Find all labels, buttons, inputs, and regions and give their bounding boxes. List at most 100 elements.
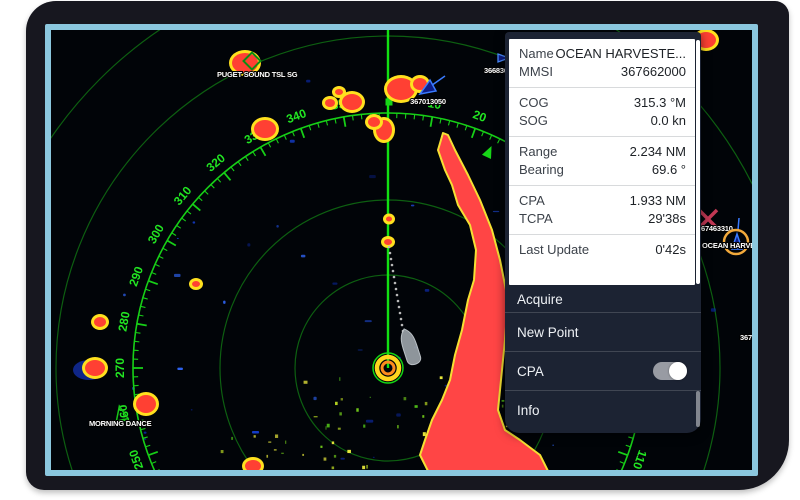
bearing-tick [171,232,177,236]
bearing-tick [456,122,459,128]
cpa-toggle[interactable] [653,362,687,380]
bearing-tick [317,122,320,128]
menu-item-acquire[interactable]: Acquire [505,286,701,312]
sea-clutter-dot [251,430,260,434]
radar-echo [254,120,276,138]
toggle-knob [669,362,687,380]
trail-dot [397,305,401,309]
trail-dot [387,245,391,249]
sea-clutter-dot [364,320,372,323]
trail-dot [391,269,395,273]
field-value: 69.6 ° [651,162,686,177]
sea-clutter-dot [403,397,407,401]
sea-clutter-dot [266,454,269,458]
sea-clutter-dot [363,424,366,428]
field-value: 0'42s [655,242,686,257]
target-label[interactable]: OCEAN HARVES [701,240,752,251]
sea-clutter-dot [372,456,375,458]
target-data-card: Name OCEAN HARVESTE... MMSI 367662000 COG 3… [509,39,695,285]
bearing-tick [422,115,425,121]
sea-clutter-dot [320,445,323,448]
menu-scrollbar[interactable] [696,391,700,427]
target-label[interactable]: PUGET SOUND TSL SG [216,69,299,80]
sea-clutter-dot [273,449,277,451]
sea-clutter-dot [223,300,226,304]
sea-clutter-dot [356,408,359,412]
radar-screen[interactable]: 1020304050607080901001101201301401501601… [51,30,752,470]
bearing-tick [186,210,192,215]
sea-clutter-dot [313,416,318,418]
bearing-tick [151,461,157,465]
bearing-label: 110 [630,448,650,470]
bearing-tick [439,118,442,124]
sea-clutter-dot [501,399,505,402]
bearing-tick [230,166,235,172]
sea-clutter-dot [335,401,338,406]
target-label[interactable]: MORNING DANCE [88,418,153,429]
radar-echo [335,89,343,95]
field-label: CPA [519,193,545,208]
field-group-update: Last Update 0'42s [509,234,695,265]
menu-item-info[interactable]: Info [505,390,701,429]
trail-dot [395,293,399,297]
bearing-tick [223,172,232,181]
trail-dot [398,311,402,315]
sea-clutter-dot [396,413,401,417]
bearing-tick [429,116,434,127]
sea-clutter-dot [339,377,341,381]
bearing-tick [308,125,312,131]
bearing-tick [267,142,272,148]
field-group-cpa: CPA 1.933 NM TCPA 29'38s [509,185,695,234]
bearing-label: 310 [171,183,195,208]
bearing-tick [176,224,182,229]
field-label: TCPA [519,211,553,226]
sea-clutter-dot [424,289,430,292]
target-action-menu: Acquire New Point CPA Info [505,286,701,429]
radar-echo [325,99,335,107]
bearing-tick [154,263,160,267]
menu-item-label: Acquire [517,291,563,307]
bearing-tick [142,297,148,300]
sea-clutter-dot [325,426,327,430]
ring-reference-arrow [481,145,492,159]
sea-clutter-dot [143,431,147,434]
sea-clutter-dot [339,412,342,416]
sea-clutter-dot [369,396,371,398]
ais-vector-line [737,217,740,231]
bearing-tick [136,322,147,327]
menu-item-cpa[interactable]: CPA [505,351,701,390]
field-value: 315.3 °M [633,95,686,110]
field-label: Bearing [519,162,564,177]
bearing-label: 340 [285,106,309,126]
sea-clutter-dot [123,293,126,297]
target-label[interactable]: 367013050 [409,96,447,107]
field-value: 1.933 NM [629,193,686,208]
card-scrollbar[interactable] [696,40,700,284]
bearing-tick [619,461,625,465]
bearing-tick [625,444,631,448]
tablet-device: 1020304050607080901001101201301401501601… [0,0,800,500]
target-label[interactable]: 367 [739,332,752,343]
sea-clutter-dot [306,79,311,83]
trail-dot [394,287,398,291]
menu-item-new-point[interactable]: New Point [505,312,701,351]
bearing-tick [145,444,151,448]
sea-clutter-dot [501,404,504,408]
sea-clutter-dot [340,457,345,460]
bearing-tick [283,134,287,140]
sea-clutter-dot [365,419,374,423]
bearing-tick [134,340,140,343]
bearing-tick [334,118,337,124]
bearing-tick [617,450,628,457]
sea-clutter-dot [281,452,284,454]
bearing-tick [145,288,151,292]
bearing-tick [470,128,477,139]
sea-clutter-dot [247,243,251,247]
bearing-label: 290 [126,264,146,288]
sea-clutter-dot [276,225,279,228]
bearing-label: 320 [204,151,229,175]
target-label[interactable]: 367463310 [696,223,734,234]
field-label: MMSI [519,64,553,79]
bearing-tick [244,156,249,162]
bearing-tick [464,125,468,131]
